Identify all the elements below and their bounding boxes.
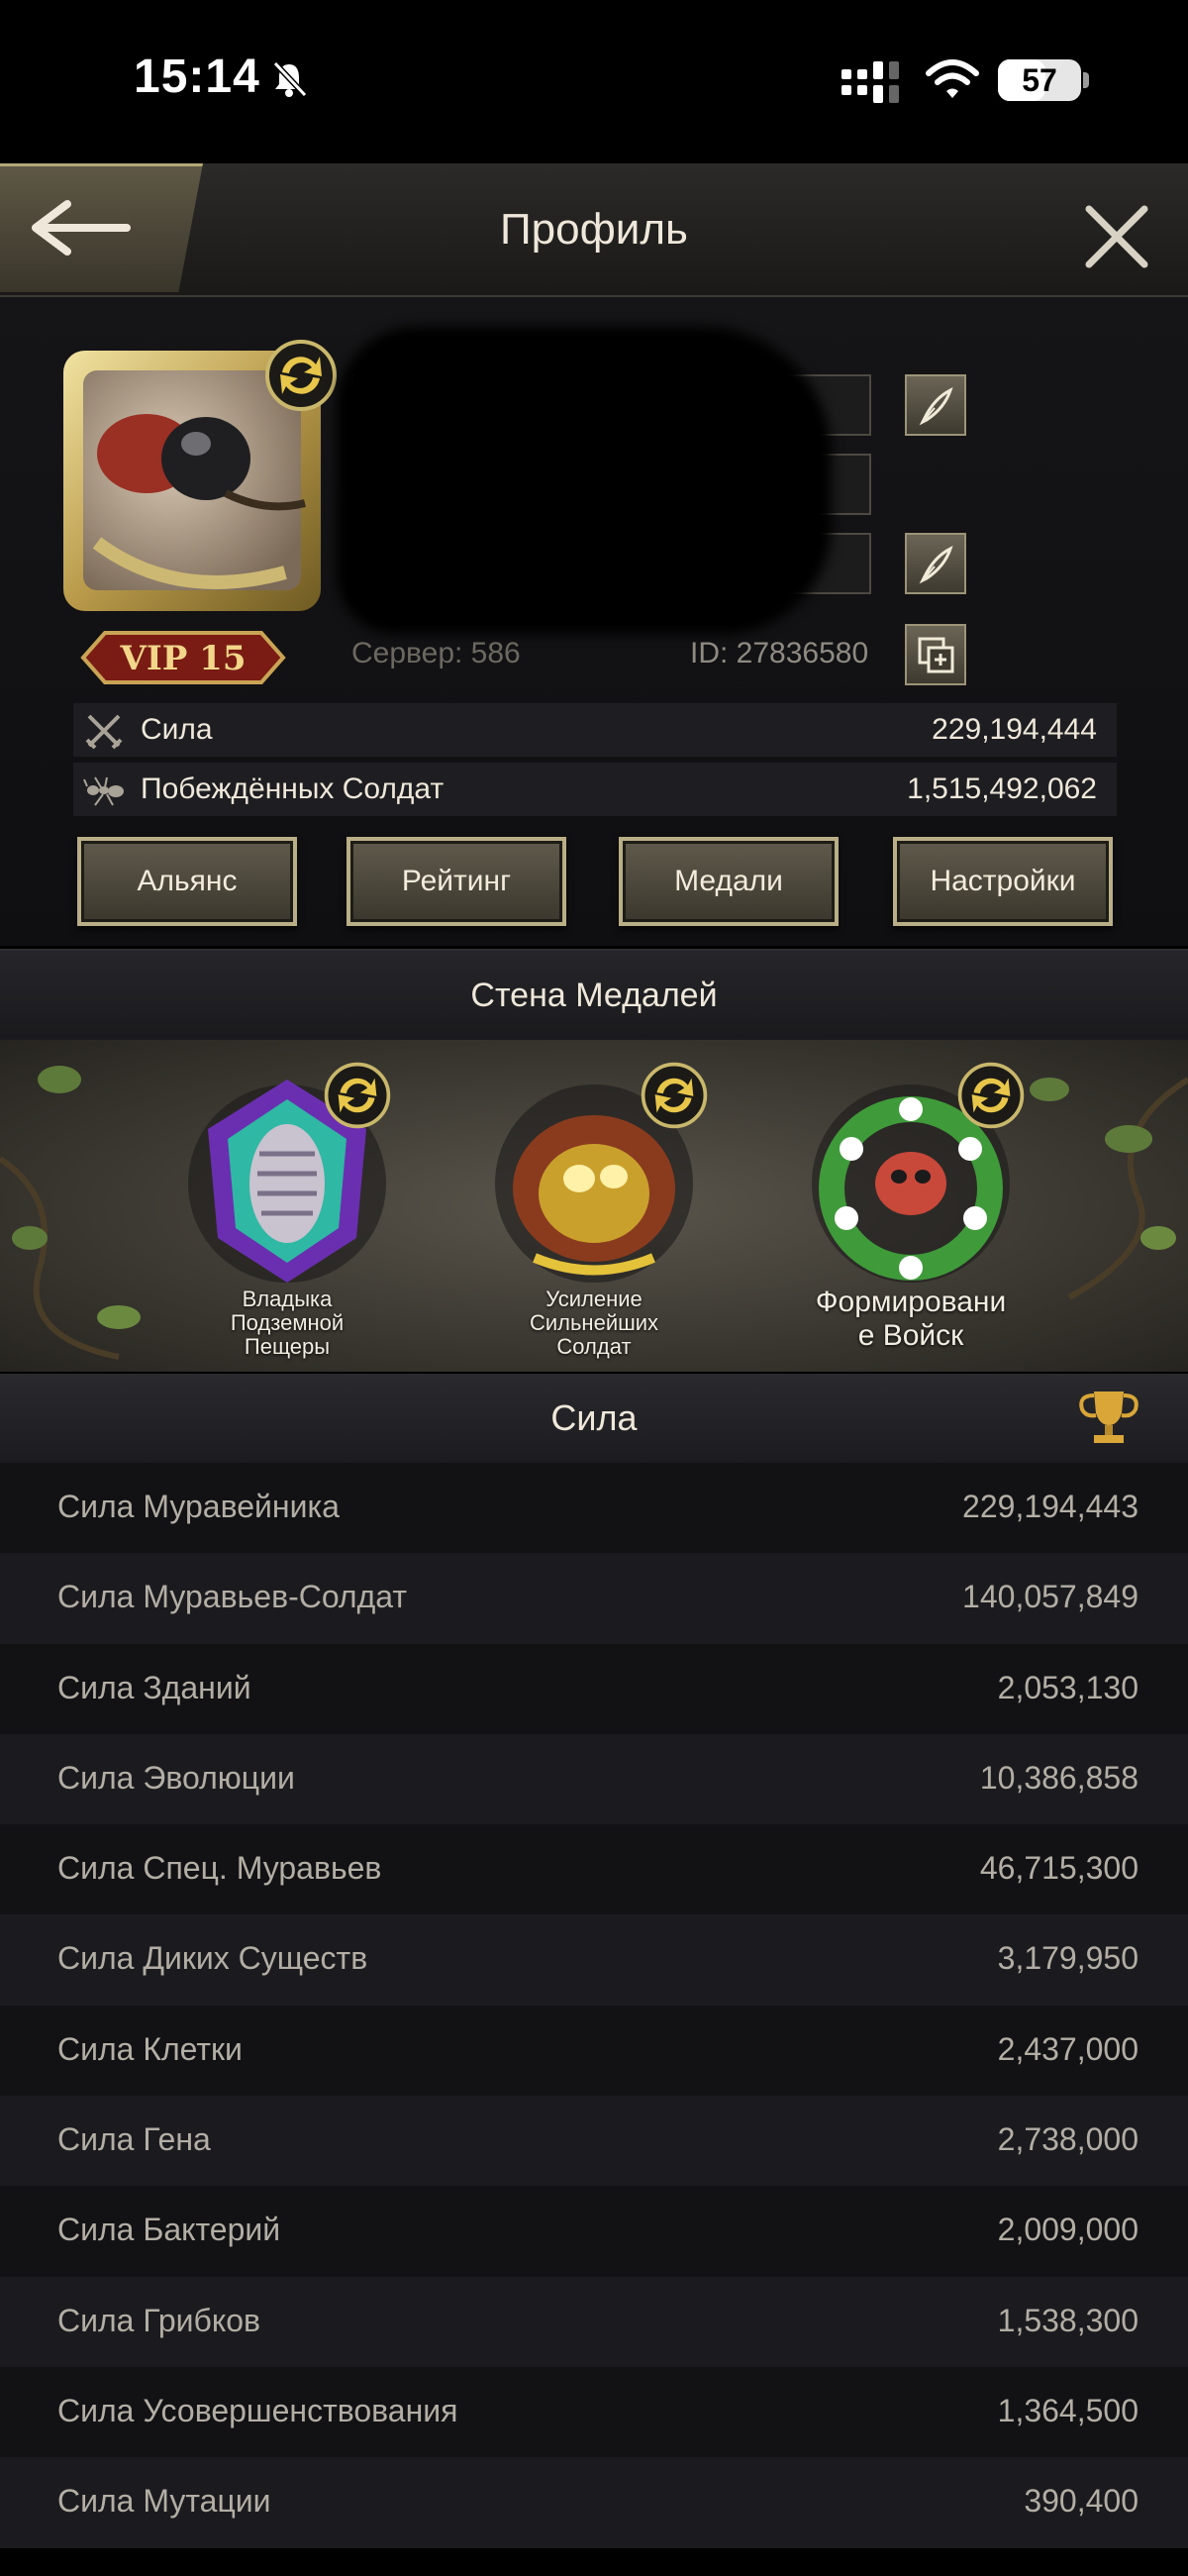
copy-id-button[interactable] — [905, 624, 966, 685]
power-label: Сила Зданий — [57, 1669, 251, 1705]
power-value: 10,386,858 — [979, 1759, 1138, 1796]
power-row: Сила Усовершенствования 1,364,500 — [0, 2366, 1188, 2458]
battery-percent: 57 — [1022, 62, 1057, 98]
stat-kills-row: Побеждённых Солдат 1,515,492,062 — [73, 763, 1117, 816]
ant-icon — [83, 776, 124, 806]
power-row: Сила Гена 2,738,000 — [0, 2096, 1188, 2187]
power-title: Сила — [550, 1397, 638, 1438]
medal-wall-title: Стена Медалей — [470, 977, 718, 1014]
medals-button[interactable]: Медали — [619, 837, 839, 926]
power-label: Сила Спец. Муравьев — [57, 1850, 382, 1887]
quill-pen-icon — [919, 387, 953, 426]
close-icon[interactable] — [1081, 201, 1152, 272]
medal-caption: Владыка Подземной Пещеры — [230, 1287, 345, 1359]
medal-caption: Усиление Сильнейших Солдат — [529, 1287, 659, 1359]
battery-cap — [1083, 72, 1089, 88]
power-value: 229,194,443 — [962, 1489, 1138, 1524]
power-value: 3,179,950 — [997, 1940, 1138, 1977]
edit-name-button[interactable] — [905, 374, 966, 436]
power-row: Сила Бактерий 2,009,000 — [0, 2186, 1188, 2277]
stat-label: Побеждённых Солдат — [141, 773, 445, 805]
power-value: 2,009,000 — [997, 2212, 1138, 2248]
redaction-mark — [337, 327, 832, 634]
power-label: Сила Клетки — [57, 2030, 243, 2067]
change-avatar-refresh-icon[interactable] — [262, 337, 340, 414]
refresh-icon[interactable] — [955, 1060, 1027, 1131]
power-row: Сила Муравейника 229,194,443 — [0, 1463, 1188, 1554]
player-id: ID: 27836580 — [690, 637, 869, 670]
power-value: 1,364,500 — [997, 2392, 1138, 2428]
power-label: Сила Муравьев-Солдат — [57, 1579, 408, 1615]
power-label: Сила Гена — [57, 2121, 211, 2158]
power-row: Сила Диких Существ 3,179,950 — [0, 1914, 1188, 2006]
refresh-icon[interactable] — [639, 1060, 710, 1131]
page-title: Профиль — [500, 205, 688, 254]
power-header: Сила — [0, 1374, 1188, 1463]
power-row: Сила Зданий 2,053,130 — [0, 1643, 1188, 1734]
power-row: Сила Спец. Муравьев 46,715,300 — [0, 1824, 1188, 1915]
power-label: Сила Грибков — [57, 2302, 261, 2338]
power-row: Сила Эволюции 10,386,858 — [0, 1733, 1188, 1825]
trophy-icon[interactable] — [1074, 1386, 1143, 1449]
status-time: 15:14 — [134, 51, 260, 103]
stat-power-row: Сила 229,194,444 — [73, 703, 1117, 757]
copy-icon — [918, 637, 954, 673]
wifi-icon — [926, 59, 979, 98]
cellular-signal-icon — [842, 61, 899, 103]
medal-caption: Формировани е Войск — [815, 1286, 1007, 1352]
power-row: Сила Муравьев-Солдат 140,057,849 — [0, 1553, 1188, 1644]
settings-button[interactable]: Настройки — [893, 837, 1113, 926]
power-value: 140,057,849 — [962, 1579, 1138, 1615]
ranking-button[interactable]: Рейтинг — [346, 837, 566, 926]
power-value: 2,738,000 — [997, 2121, 1138, 2158]
alliance-button[interactable]: Альянс — [77, 837, 297, 926]
power-label: Сила Эволюции — [57, 1759, 295, 1796]
stat-label: Сила — [141, 713, 213, 746]
status-bar: 15:14 57 — [0, 0, 1188, 163]
bottom-safe-area — [0, 2548, 1188, 2576]
power-row: Сила Мутации 390,400 — [0, 2457, 1188, 2548]
edit-motto-button[interactable] — [905, 533, 966, 594]
quill-pen-icon — [919, 546, 953, 584]
profile-panel: VIP 15 Ha [C r Сервер: 586 ID: 27836580 … — [0, 297, 1188, 946]
power-label: Сила Усовершенствования — [57, 2392, 458, 2428]
stat-value: 229,194,444 — [932, 713, 1097, 746]
battery-indicator: 57 — [998, 59, 1081, 101]
power-value: 1,538,300 — [997, 2302, 1138, 2338]
stat-value: 1,515,492,062 — [907, 773, 1097, 805]
power-value: 390,400 — [1024, 2483, 1138, 2520]
power-list: Сила Муравейника 229,194,443 Сила Муравьев… — [0, 1463, 1188, 2548]
power-value: 2,053,130 — [997, 1669, 1138, 1705]
power-row: Сила Клетки 2,437,000 — [0, 2005, 1188, 2097]
power-label: Сила Диких Существ — [57, 1940, 368, 1977]
refresh-icon[interactable] — [322, 1060, 393, 1131]
power-value: 2,437,000 — [997, 2030, 1138, 2067]
power-label: Сила Бактерий — [57, 2212, 281, 2248]
power-row: Сила Грибков 1,538,300 — [0, 2276, 1188, 2367]
top-header: Профиль — [0, 163, 1188, 297]
power-label: Сила Мутации — [57, 2483, 271, 2520]
power-label: Сила Муравейника — [57, 1489, 340, 1524]
crossed-swords-icon — [85, 714, 123, 750]
server-label: Сервер: 586 — [351, 637, 521, 670]
vip-level: VIP 15 — [120, 639, 247, 678]
medal-wall-header: Стена Медалей — [0, 949, 1188, 1040]
medal-wall: Владыка Подземной Пещеры Усиление Сильне… — [0, 1040, 1188, 1372]
power-value: 46,715,300 — [979, 1850, 1138, 1887]
bell-muted-icon — [272, 60, 308, 98]
